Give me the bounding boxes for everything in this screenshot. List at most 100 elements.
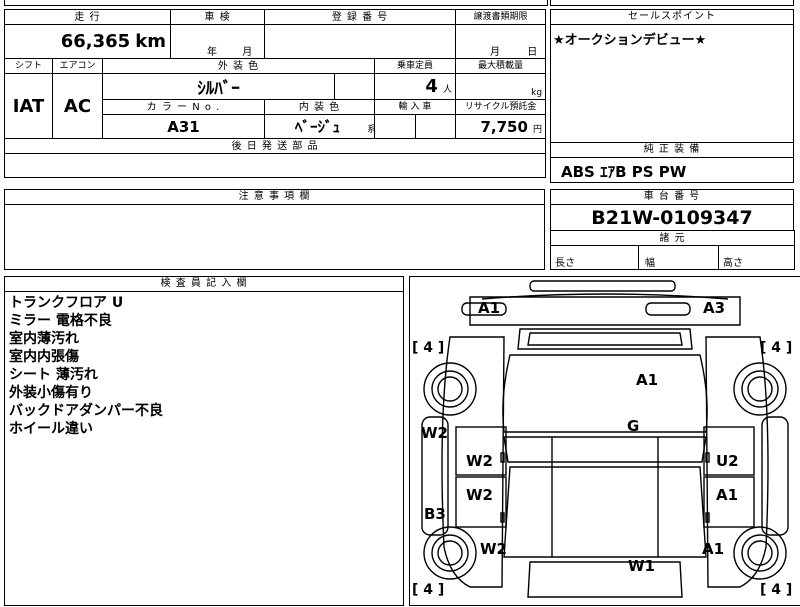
interior-color-value: ﾍﾞｰｼﾞｭ 系: [264, 114, 375, 139]
capacity-unit: 人: [443, 85, 453, 95]
recycle-fee-unit: 円: [533, 125, 543, 135]
mileage-unit: km: [135, 31, 166, 52]
mark-left-fender: W2: [480, 540, 507, 558]
color-no-text: A31: [167, 118, 200, 136]
top-strip-right: [550, 0, 794, 6]
interior-color-header: 内 装 色: [264, 99, 375, 115]
width-label: 幅: [645, 258, 655, 269]
chassis-box: 車 台 番 号 B21W-0109347: [550, 189, 794, 231]
tire-front-right-value: 4: [771, 582, 782, 598]
chassis-header: 車 台 番 号: [551, 190, 793, 205]
mark-right-rear-door: U2: [716, 452, 739, 470]
dimension-width: 幅: [638, 245, 719, 270]
exterior-color-extra: [334, 73, 375, 100]
transfer-deadline-header: 譲渡書類期限: [455, 9, 547, 25]
transfer-deadline-value: 月 日: [455, 24, 547, 59]
sales-point-box: セールスポイント ★オークションデビュー★: [550, 9, 794, 143]
shift-header: シフト: [4, 58, 53, 74]
mark-left-front-door: W2: [466, 486, 493, 504]
mark-rear-right: A3: [703, 299, 726, 317]
inspection-header: 車 検: [170, 9, 265, 25]
interior-color-suffix: 系: [367, 125, 373, 135]
recycle-fee-value: 7,750 円: [455, 114, 547, 139]
capacity-value: 4 人: [373, 73, 457, 100]
mileage-header: 走 行: [4, 9, 171, 25]
inspector-line: ミラー 電格不良: [9, 313, 112, 329]
vehicle-info-table: 走 行 車 検 登 録 番 号 譲渡書類期限 66,365 km 年 月 月 日…: [3, 9, 547, 178]
notes-header: 注 意 事 項 欄: [5, 190, 544, 205]
inspector-header: 検 査 員 記 入 欄: [5, 277, 403, 292]
mileage-value: 66,365 km: [4, 24, 171, 59]
length-label: 長さ: [555, 258, 575, 269]
inspection-value: 年 月: [170, 24, 265, 59]
car-diagram-svg: [421, 280, 789, 598]
color-no-value: A31: [102, 114, 265, 139]
height-label: 高さ: [723, 258, 743, 269]
inspector-line: トランクフロア U: [9, 295, 124, 311]
recycle-fee-number: 7,750: [480, 118, 528, 136]
chassis-number: B21W-0109347: [591, 207, 753, 229]
transfer-month: 月: [490, 47, 501, 58]
later-parts-value: [3, 153, 547, 178]
max-load-value: kg: [455, 73, 547, 100]
tire-front-right: [ 4 ]: [760, 582, 793, 598]
max-load-header: 最大積載量: [455, 58, 547, 74]
tire-rear-left: [ 4 ]: [412, 340, 445, 356]
aircon-value: AC: [52, 73, 103, 139]
import-value-b: [414, 114, 457, 139]
mark-left-quarter: W2: [421, 424, 448, 442]
import-value-a: [374, 114, 416, 139]
tire-rear-right-value: 4: [771, 340, 782, 356]
mark-right-front-door: A1: [716, 486, 739, 504]
aircon-header: エアコン: [52, 58, 103, 74]
inspector-box: 検 査 員 記 入 欄 トランクフロア U ミラー 電格不良 室内薄汚れ 室内内…: [4, 276, 404, 606]
inspection-month: 月: [242, 47, 253, 58]
tire-rear-left-value: 4: [423, 340, 434, 356]
later-parts-header: 後 日 発 送 部 品: [3, 138, 547, 154]
inspection-year: 年: [207, 47, 217, 58]
mark-hood: W1: [628, 557, 655, 575]
exterior-color-text: ｼﾙﾊﾞｰ: [197, 79, 240, 99]
dimension-length: 長さ: [550, 245, 639, 270]
inspector-line: バックドアダンパー不良: [9, 403, 163, 419]
inspector-line: ホイール違い: [9, 421, 93, 437]
mark-roof: A1: [636, 371, 659, 389]
tire-front-left-value: 4: [423, 582, 434, 598]
shift-value: IAT: [4, 73, 53, 139]
tire-front-left: [ 4 ]: [412, 582, 445, 598]
recycle-fee-header: リサイクル預託金: [455, 99, 547, 115]
load-unit: kg: [531, 88, 543, 98]
tire-rear-right: [ 4 ]: [760, 340, 793, 356]
sales-point-header: セールスポイント: [551, 10, 793, 25]
registration-header: 登 録 番 号: [263, 9, 457, 25]
sales-point-text: ★オークションデビュー★: [553, 33, 707, 48]
mark-left-rear-door: W2: [466, 452, 493, 470]
mark-glass: G: [627, 417, 640, 435]
dimensions-header: 諸 元: [550, 230, 795, 246]
inspector-line: 室内薄汚れ: [9, 331, 79, 347]
mileage-number: 66,365: [60, 31, 131, 52]
standard-equipment-text: ABS ｴｱB PS PW: [561, 163, 687, 181]
interior-color-text: ﾍﾞｰｼﾞｭ: [295, 118, 341, 136]
capacity-header: 乗車定員: [373, 58, 457, 74]
inspector-line: 室内内張傷: [9, 349, 79, 365]
standard-equipment-box: 純 正 装 備 ABS ｴｱB PS PW: [550, 142, 794, 183]
transfer-day: 日: [527, 47, 538, 58]
dimensions-table: 諸 元 長さ 幅 高さ: [550, 230, 795, 270]
notes-box: 注 意 事 項 欄: [4, 189, 545, 270]
inspector-lines: トランクフロア U ミラー 電格不良 室内薄汚れ 室内内張傷 シート 薄汚れ 外…: [5, 292, 403, 440]
capacity-number: 4: [425, 76, 438, 97]
color-no-header: カ ラ ー N o .: [102, 99, 265, 115]
mark-left-sill: B3: [424, 505, 446, 523]
standard-equipment-header: 純 正 装 備: [551, 143, 793, 158]
exterior-color-header: 外 装 色: [102, 58, 375, 74]
mark-rear-left: A1: [478, 299, 501, 317]
dimension-height: 高さ: [718, 245, 795, 270]
exterior-color-value: ｼﾙﾊﾞｰ: [102, 73, 335, 100]
registration-value: [263, 24, 457, 59]
top-strip: [4, 0, 548, 6]
mark-right-fender: A1: [702, 540, 725, 558]
inspector-line: 外装小傷有り: [9, 385, 93, 401]
import-header: 輸 入 車: [373, 99, 457, 115]
inspector-line: シート 薄汚れ: [9, 367, 98, 383]
